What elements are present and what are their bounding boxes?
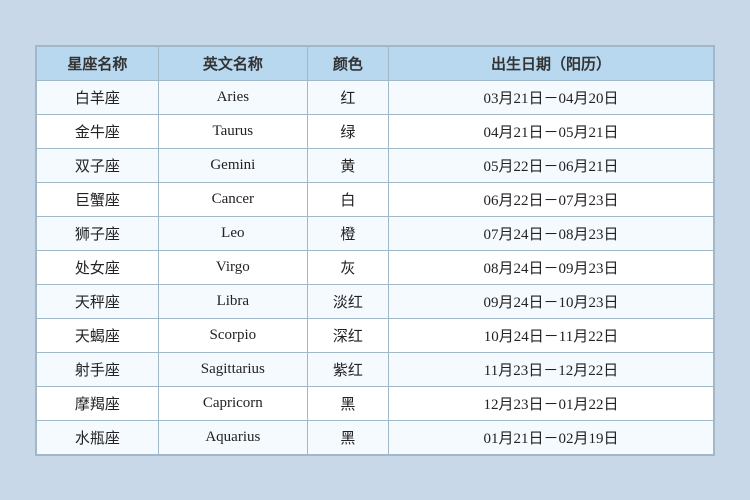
cell-cn: 白羊座 bbox=[37, 80, 159, 114]
table-row: 金牛座Taurus绿04月21日－05月21日 bbox=[37, 114, 714, 148]
cell-cn: 处女座 bbox=[37, 250, 159, 284]
cell-cn: 天秤座 bbox=[37, 284, 159, 318]
cell-en: Cancer bbox=[158, 182, 307, 216]
table-row: 射手座Sagittarius紫红11月23日－12月22日 bbox=[37, 352, 714, 386]
cell-date: 08月24日－09月23日 bbox=[389, 250, 714, 284]
cell-date: 04月21日－05月21日 bbox=[389, 114, 714, 148]
cell-color: 深红 bbox=[307, 318, 388, 352]
cell-en: Capricorn bbox=[158, 386, 307, 420]
header-color: 颜色 bbox=[307, 46, 388, 80]
cell-en: Aquarius bbox=[158, 420, 307, 454]
cell-color: 白 bbox=[307, 182, 388, 216]
zodiac-table: 星座名称 英文名称 颜色 出生日期（阳历） 白羊座Aries红03月21日－04… bbox=[36, 46, 714, 455]
cell-date: 06月22日－07月23日 bbox=[389, 182, 714, 216]
table-row: 巨蟹座Cancer白06月22日－07月23日 bbox=[37, 182, 714, 216]
table-row: 白羊座Aries红03月21日－04月20日 bbox=[37, 80, 714, 114]
cell-date: 10月24日－11月22日 bbox=[389, 318, 714, 352]
cell-cn: 金牛座 bbox=[37, 114, 159, 148]
cell-color: 绿 bbox=[307, 114, 388, 148]
cell-cn: 天蝎座 bbox=[37, 318, 159, 352]
cell-color: 黑 bbox=[307, 420, 388, 454]
cell-date: 09月24日－10月23日 bbox=[389, 284, 714, 318]
table-row: 狮子座Leo橙07月24日－08月23日 bbox=[37, 216, 714, 250]
cell-en: Aries bbox=[158, 80, 307, 114]
cell-date: 12月23日－01月22日 bbox=[389, 386, 714, 420]
cell-en: Taurus bbox=[158, 114, 307, 148]
table-row: 双子座Gemini黄05月22日－06月21日 bbox=[37, 148, 714, 182]
cell-cn: 水瓶座 bbox=[37, 420, 159, 454]
cell-cn: 巨蟹座 bbox=[37, 182, 159, 216]
cell-en: Libra bbox=[158, 284, 307, 318]
table-row: 天秤座Libra淡红09月24日－10月23日 bbox=[37, 284, 714, 318]
cell-color: 灰 bbox=[307, 250, 388, 284]
cell-cn: 摩羯座 bbox=[37, 386, 159, 420]
cell-date: 05月22日－06月21日 bbox=[389, 148, 714, 182]
cell-en: Virgo bbox=[158, 250, 307, 284]
cell-en: Scorpio bbox=[158, 318, 307, 352]
cell-cn: 狮子座 bbox=[37, 216, 159, 250]
table-row: 水瓶座Aquarius黑01月21日－02月19日 bbox=[37, 420, 714, 454]
cell-cn: 双子座 bbox=[37, 148, 159, 182]
cell-color: 黑 bbox=[307, 386, 388, 420]
cell-color: 橙 bbox=[307, 216, 388, 250]
table-header-row: 星座名称 英文名称 颜色 出生日期（阳历） bbox=[37, 46, 714, 80]
table-row: 天蝎座Scorpio深红10月24日－11月22日 bbox=[37, 318, 714, 352]
zodiac-table-wrapper: 星座名称 英文名称 颜色 出生日期（阳历） 白羊座Aries红03月21日－04… bbox=[35, 45, 715, 456]
cell-color: 红 bbox=[307, 80, 388, 114]
table-row: 处女座Virgo灰08月24日－09月23日 bbox=[37, 250, 714, 284]
cell-color: 淡红 bbox=[307, 284, 388, 318]
cell-color: 黄 bbox=[307, 148, 388, 182]
cell-cn: 射手座 bbox=[37, 352, 159, 386]
cell-date: 11月23日－12月22日 bbox=[389, 352, 714, 386]
header-cn: 星座名称 bbox=[37, 46, 159, 80]
header-date: 出生日期（阳历） bbox=[389, 46, 714, 80]
cell-color: 紫红 bbox=[307, 352, 388, 386]
table-row: 摩羯座Capricorn黑12月23日－01月22日 bbox=[37, 386, 714, 420]
cell-en: Gemini bbox=[158, 148, 307, 182]
cell-date: 01月21日－02月19日 bbox=[389, 420, 714, 454]
header-en: 英文名称 bbox=[158, 46, 307, 80]
cell-en: Sagittarius bbox=[158, 352, 307, 386]
cell-date: 03月21日－04月20日 bbox=[389, 80, 714, 114]
cell-en: Leo bbox=[158, 216, 307, 250]
cell-date: 07月24日－08月23日 bbox=[389, 216, 714, 250]
